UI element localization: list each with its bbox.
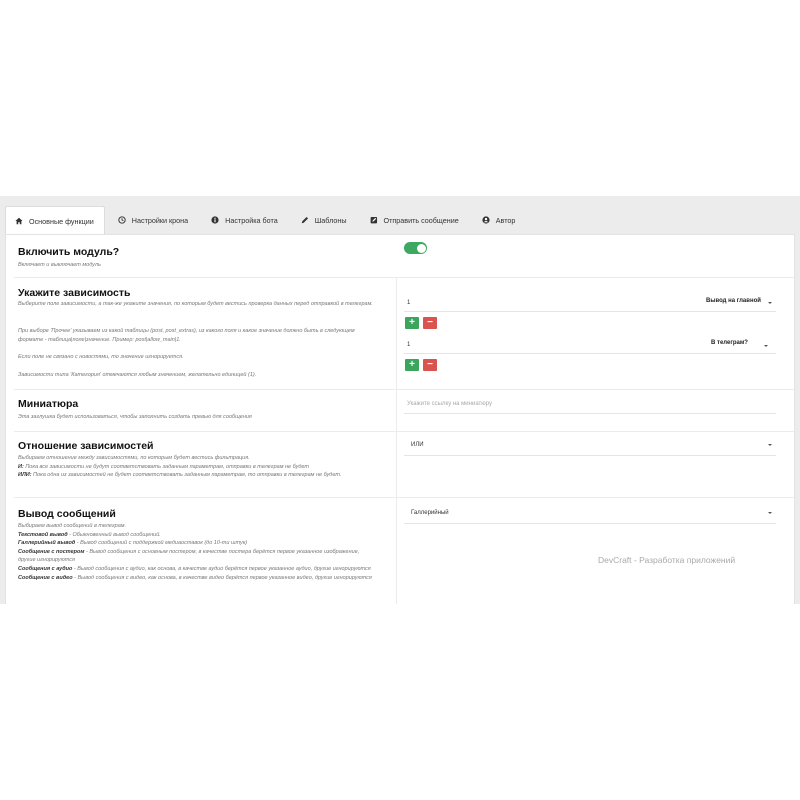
section-thumbnail: Миниатюра Эта заглушка будет использоват… <box>14 390 794 432</box>
thumbnail-url-input[interactable]: Укажите ссылку на миниатюру <box>407 401 492 407</box>
tab-content: Включить модуль? Включает и выключает мо… <box>5 234 795 604</box>
column-divider <box>396 278 397 390</box>
tab-bar: Основные функции Настройки крона Настрой… <box>5 206 800 235</box>
tab-main-functions[interactable]: Основные функции <box>5 206 105 235</box>
section-description: Выберите поле зависимости, а так-же укаж… <box>18 301 373 307</box>
info-icon <box>211 216 219 224</box>
tab-label: Шаблоны <box>314 215 347 225</box>
term: Галлерийный вывод <box>18 540 76 547</box>
description-line: Галлерийный вывод - Вывод сообщений с по… <box>18 539 374 548</box>
section-description: Выбираем вывод сообщений в телеграм. Тек… <box>18 522 374 582</box>
dependency-value-input[interactable]: 1 <box>407 342 410 348</box>
section-relation: Отношение зависимостей Выбираем отношени… <box>14 432 794 498</box>
description-line: Сообщения с аудио - Вывод сообщения с ау… <box>18 565 374 574</box>
tab-label: Настройки крона <box>131 215 189 225</box>
add-dependency-button[interactable]: + <box>405 317 419 329</box>
edit-square-icon <box>370 216 377 224</box>
input-underline <box>404 413 776 414</box>
description-line: Выбираем вывод сообщений в телеграм. <box>18 523 127 529</box>
chevron-down-icon <box>768 444 772 446</box>
column-divider <box>396 390 397 432</box>
term: Текстовой вывод <box>18 531 68 538</box>
description-line: Текстовой вывод - Обыкновенный вывод соо… <box>18 531 374 540</box>
term-text: - Вывод сообщения с видео, как основа, в… <box>72 574 372 581</box>
section-description: При выборе 'Прочее' указываем из какой т… <box>18 328 355 343</box>
tab-author[interactable]: Автор <box>473 206 526 234</box>
section-description: Зависимости типа 'Категория' отмечаются … <box>18 372 257 378</box>
dependency-value-input[interactable]: 1 <box>407 300 410 306</box>
pencil-icon <box>301 216 308 224</box>
description-line: И: Пока все зависимости не будут соответ… <box>18 463 374 472</box>
column-divider <box>396 498 397 604</box>
tab-cron-settings[interactable]: Настройки крона <box>109 206 198 234</box>
toggle-knob <box>416 243 426 253</box>
user-circle-icon <box>482 216 490 224</box>
home-icon <box>15 217 23 225</box>
description-line: Сообщение с постером - Вывод сообщения с… <box>18 548 374 565</box>
input-underline <box>404 311 776 312</box>
section-enable-module: Включить модуль? Включает и выключает мо… <box>14 235 794 278</box>
section-title: Миниатюра <box>18 398 79 410</box>
tab-label: Автор <box>495 215 516 225</box>
section-title: Укажите зависимость <box>18 287 131 299</box>
term-text: - Обыкновенный вывод сообщений. <box>67 531 161 538</box>
watermark: DevCraft - Разработка приложений <box>598 555 736 565</box>
section-dependencies: Укажите зависимость Выберите поле зависи… <box>14 278 794 390</box>
chevron-down-icon <box>768 302 772 304</box>
input-underline <box>404 523 776 524</box>
relation-select[interactable]: ИЛИ <box>411 442 424 448</box>
term: Сообщения с аудио <box>18 565 73 572</box>
section-output: Вывод сообщений Выбираем вывод сообщений… <box>14 498 794 604</box>
term-text: Пока все зависимости не будут соответств… <box>23 463 309 470</box>
section-description: Выбираем отношение между зависимостями, … <box>18 454 374 480</box>
tab-send-message[interactable]: Отправить сообщение <box>361 206 469 234</box>
section-title: Отношение зависимостей <box>18 440 154 452</box>
output-mode-select[interactable]: Галлерийный <box>411 510 449 516</box>
input-underline <box>404 455 776 456</box>
tab-label: Основные функции <box>29 216 94 226</box>
term-text: Пока одна из зависимостей не будет соотв… <box>31 472 342 479</box>
chevron-down-icon <box>764 345 768 347</box>
column-divider <box>396 432 397 498</box>
tab-templates[interactable]: Шаблоны <box>292 206 357 234</box>
dependency-field-select[interactable]: Вывод на главной <box>706 298 761 304</box>
tab-label: Отправить сообщение <box>383 215 459 225</box>
term-text: - Вывод сообщений с поддержкой медиаоста… <box>75 540 248 547</box>
remove-dependency-button[interactable]: − <box>423 317 437 329</box>
term-text: - Вывод сообщения с аудио, как основа, в… <box>72 565 371 572</box>
term: Сообщение с постером <box>18 548 85 555</box>
section-description: Включает и выключает модуль <box>18 262 101 268</box>
tab-bot-settings[interactable]: Настройка бота <box>202 206 288 234</box>
enable-module-toggle[interactable] <box>404 242 427 254</box>
dependency-field-select[interactable]: В телеграм? <box>711 340 748 346</box>
description-line: Сообщение с видео - Вывод сообщения с ви… <box>18 574 374 583</box>
term: ИЛИ: <box>18 472 32 479</box>
section-title: Вывод сообщений <box>18 508 116 520</box>
settings-panel: Основные функции Настройки крона Настрой… <box>0 196 800 604</box>
term: Сообщение с видео <box>18 574 73 581</box>
chevron-down-icon <box>768 512 772 514</box>
description-line: ИЛИ: Пока одна из зависимостей не будет … <box>18 471 374 480</box>
section-description: Если поле не связано с новостями, то зна… <box>18 354 184 360</box>
description-line: Выбираем отношение между зависимостями, … <box>18 455 250 461</box>
clock-icon <box>118 216 126 224</box>
input-underline <box>404 353 776 354</box>
section-title: Включить модуль? <box>18 246 120 258</box>
section-description: Эта заглушка будет использоваться, чтобы… <box>18 414 252 420</box>
add-dependency-button[interactable]: + <box>405 359 419 371</box>
tab-label: Настройка бота <box>225 215 278 225</box>
remove-dependency-button[interactable]: − <box>423 359 437 371</box>
